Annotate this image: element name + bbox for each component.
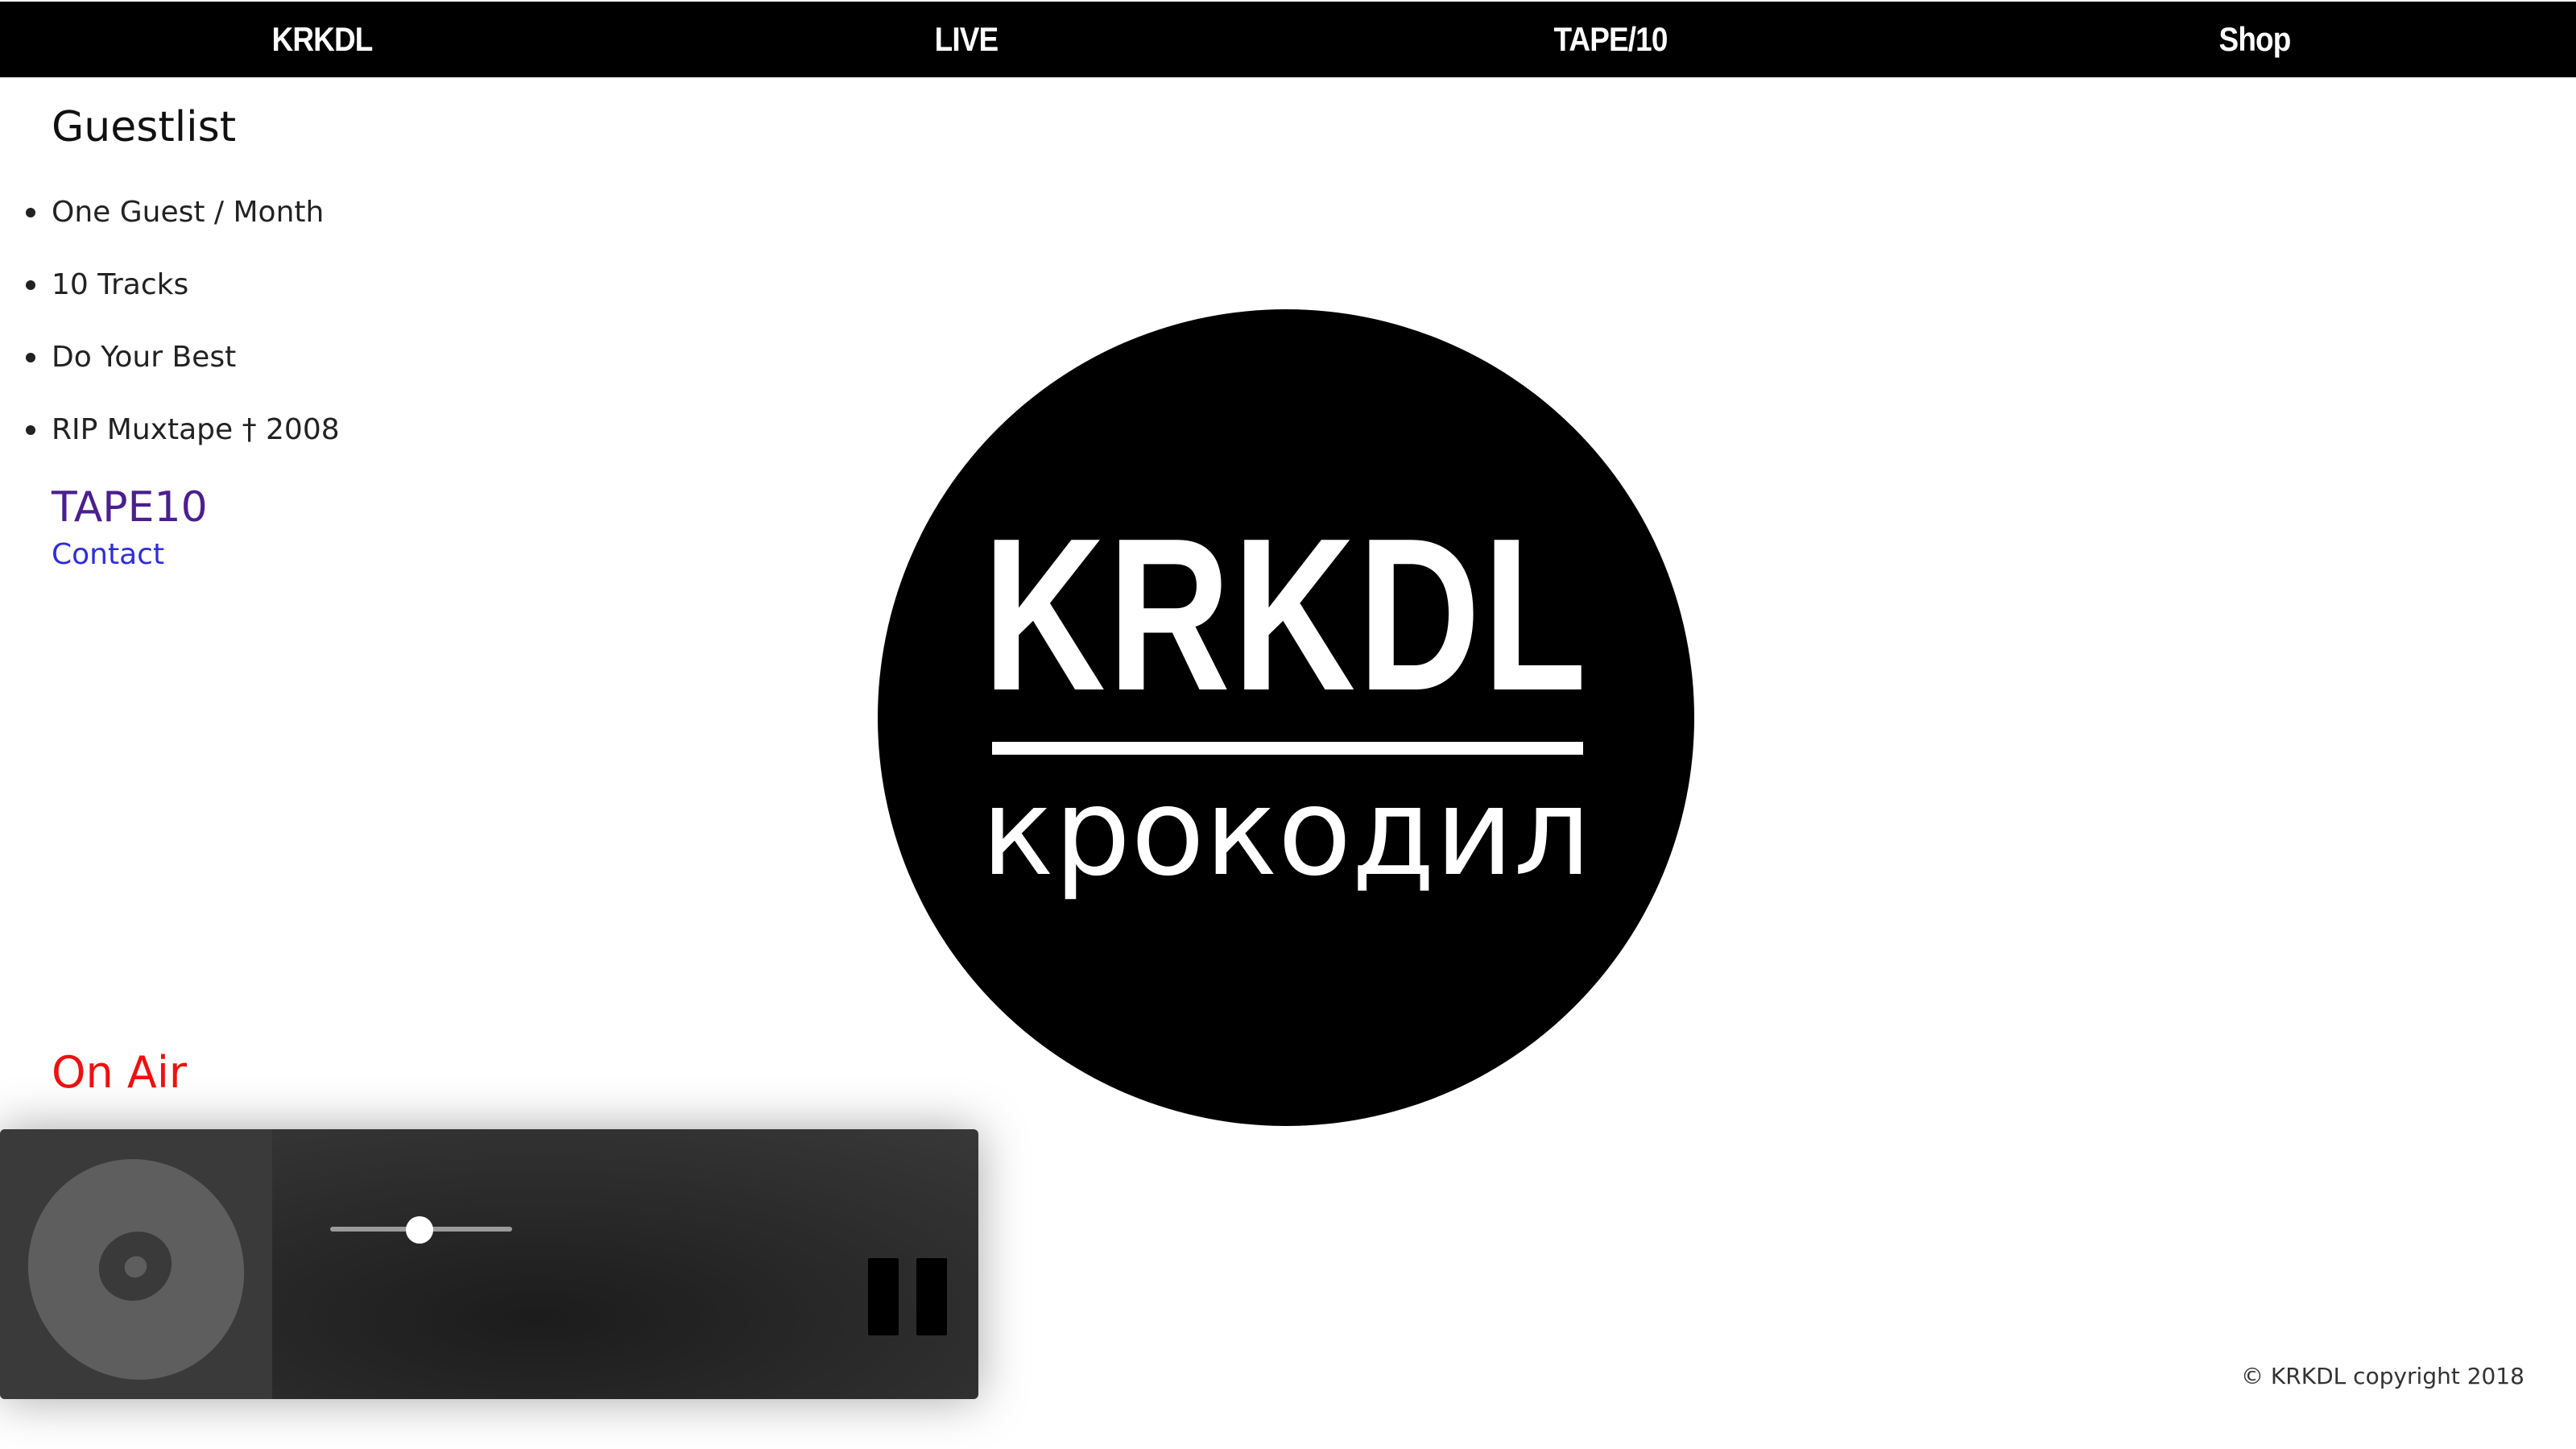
- bullet-icon: [26, 280, 35, 290]
- pause-icon-bar: [916, 1258, 947, 1335]
- list-item-text: One Guest / Month: [52, 196, 325, 229]
- tape10-link[interactable]: TAPE10: [52, 483, 208, 532]
- top-navigation-bar: KRKDL LIVE TAPE/10 Shop: [0, 2, 2576, 77]
- nav-item-shop[interactable]: Shop: [2113, 2, 2396, 77]
- bullet-icon: [26, 425, 35, 435]
- contact-link[interactable]: Contact: [52, 538, 164, 571]
- bullet-icon: [26, 353, 35, 362]
- player-artwork: [0, 1129, 283, 1399]
- list-item-text: 10 Tracks: [52, 268, 189, 301]
- disc-icon: [0, 1129, 283, 1399]
- nav-item-live[interactable]: LIVE: [825, 2, 1108, 77]
- on-air-label: On Air: [52, 1047, 188, 1098]
- copyright-text: © KRKDL copyright 2018: [2241, 1363, 2524, 1389]
- guestlist-title: Guestlist: [52, 103, 237, 151]
- list-item: 10 Tracks: [0, 259, 340, 332]
- logo-divider: [992, 742, 1583, 755]
- guestlist-rules: One Guest / Month 10 Tracks Do Your Best…: [0, 187, 340, 477]
- bullet-icon: [26, 208, 35, 217]
- list-item: One Guest / Month: [0, 187, 340, 259]
- list-item-text: Do Your Best: [52, 341, 237, 374]
- krkdl-logo: KRKDL крокодил: [878, 309, 1694, 1126]
- page: KRKDL LIVE TAPE/10 Shop Guestlist One Gu…: [0, 0, 2576, 1449]
- pause-icon: [868, 1258, 899, 1335]
- logo-sub-text: крокодил: [981, 763, 1591, 903]
- pause-button[interactable]: [868, 1258, 947, 1335]
- audio-player: [0, 1129, 978, 1399]
- nav-item-krkdl[interactable]: KRKDL: [180, 2, 464, 77]
- volume-slider-handle[interactable]: [406, 1216, 433, 1244]
- list-item: Do Your Best: [0, 332, 340, 404]
- list-item-text: RIP Muxtape † 2008: [52, 413, 340, 446]
- list-item: RIP Muxtape † 2008: [0, 404, 340, 477]
- nav-item-tape10[interactable]: TAPE/10: [1469, 2, 1752, 77]
- logo-main-text: KRKDL: [982, 494, 1590, 736]
